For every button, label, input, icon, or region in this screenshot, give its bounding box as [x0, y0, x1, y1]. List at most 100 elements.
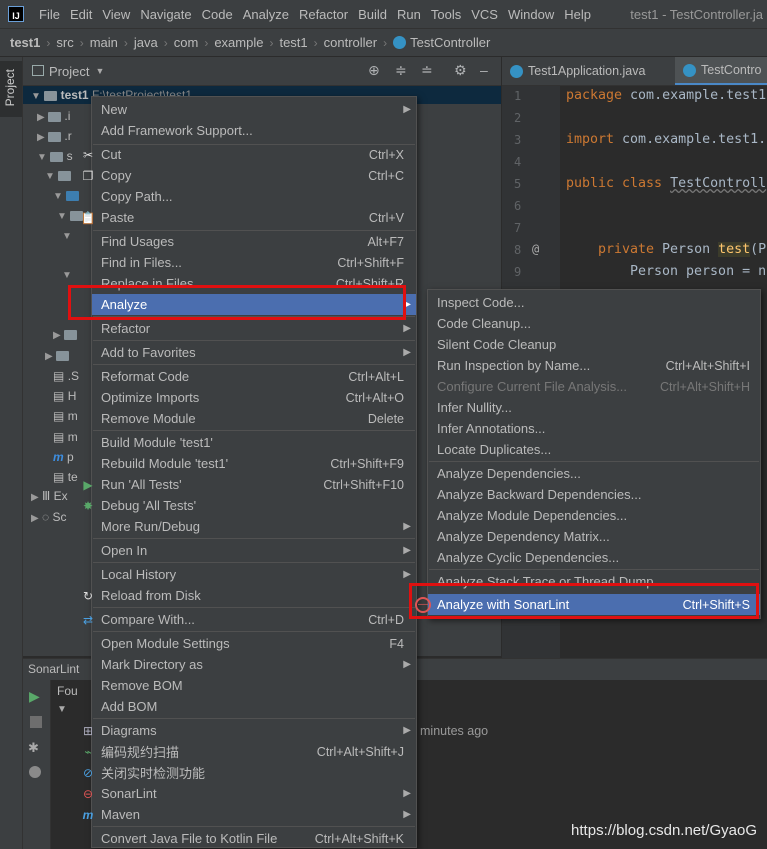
menu-item-convert-to-kotlin[interactable]: Convert Java File to Kotlin File Ctrl+Alt… [92, 828, 416, 849]
menu-item-optimize-imports[interactable]: Optimize Imports Ctrl+Alt+O [92, 387, 416, 408]
menu-item-reformat-code[interactable]: Reformat Code Ctrl+Alt+L [92, 366, 416, 387]
tree-item[interactable]: ▼ [53, 188, 80, 202]
menu-item-run-all-tests[interactable]: ▶ Run 'All Tests' Ctrl+Shift+F10 [83, 474, 416, 495]
tree-item[interactable]: ▶ Ⅲ Ex [31, 489, 68, 503]
tab-test1application[interactable]: Test1Application.java [502, 57, 674, 85]
stop-icon[interactable] [30, 716, 42, 728]
menu-item-refactor[interactable]: Refactor ▶ [92, 318, 416, 339]
menu-item-rebuild-module[interactable]: Rebuild Module 'test1' Ctrl+Shift+F9 [92, 453, 416, 474]
submenu-item-locate-duplicates[interactable]: Locate Duplicates... [428, 439, 760, 460]
breadcrumb-item[interactable]: main [90, 35, 118, 50]
submenu-item-analyze-backward-dependencies[interactable]: Analyze Backward Dependencies... [428, 484, 760, 505]
tree-item[interactable]: ▼ [62, 267, 72, 281]
tree-item[interactable]: ▤ m [53, 430, 78, 444]
breadcrumb-item[interactable]: controller [324, 35, 377, 50]
menu-item-maven[interactable]: m Maven ▶ [83, 804, 416, 825]
menu-item-compare-with[interactable]: ⇄ Compare With... Ctrl+D [83, 609, 416, 630]
menu-item-debug-all-tests[interactable]: ✸ Debug 'All Tests' [83, 495, 416, 516]
tree-item[interactable]: ▤ H [53, 389, 76, 403]
menu-item-local-history[interactable]: Local History ▶ [92, 564, 416, 585]
chevron-down-icon[interactable]: ▼ [57, 704, 67, 715]
menu-item-remove-module[interactable]: Remove Module Delete [92, 408, 416, 429]
breadcrumb-item[interactable]: java [134, 35, 158, 50]
menu-item-add-to-favorites[interactable]: Add to Favorites ▶ [92, 342, 416, 363]
menu-run[interactable]: Run [392, 7, 426, 22]
hide-icon[interactable]: – [480, 62, 488, 78]
clear-icon[interactable] [29, 766, 41, 778]
expand-all-icon[interactable]: ≑ [395, 62, 407, 79]
submenu-item-analyze-cyclic-dependencies[interactable]: Analyze Cyclic Dependencies... [428, 547, 760, 568]
tree-item[interactable]: ▶ [45, 348, 70, 362]
tree-item[interactable]: ▼ s [37, 149, 73, 163]
project-tool-tab[interactable]: Project [0, 61, 22, 117]
run-icon[interactable]: ▶ [29, 688, 40, 705]
breadcrumb-item[interactable]: test1 [10, 35, 40, 50]
project-panel-title[interactable]: Project [49, 64, 89, 79]
submenu-item-analyze-dependencies[interactable]: Analyze Dependencies... [428, 463, 760, 484]
gear-icon[interactable]: ⚙ [454, 62, 467, 79]
menu-refactor[interactable]: Refactor [294, 7, 353, 22]
menu-item-diagrams[interactable]: ⊞ Diagrams ▶ [83, 720, 416, 741]
override-marker-icon[interactable]: @ [532, 242, 539, 256]
menu-window[interactable]: Window [503, 7, 559, 22]
menu-item-more-run-debug[interactable]: More Run/Debug ▶ [92, 516, 416, 537]
menu-item-disable-realtime-check[interactable]: ⊘ 关闭实时检测功能 [83, 762, 416, 783]
menu-help[interactable]: Help [559, 7, 596, 22]
menu-navigate[interactable]: Navigate [135, 7, 196, 22]
menu-item-copy[interactable]: ❐ Copy Ctrl+C [83, 165, 416, 186]
menu-build[interactable]: Build [353, 7, 392, 22]
menu-vcs[interactable]: VCS [466, 7, 503, 22]
menu-view[interactable]: View [97, 7, 135, 22]
menu-code[interactable]: Code [197, 7, 238, 22]
menu-item-reload-from-disk[interactable]: ↻ Reload from Disk [83, 585, 416, 606]
menu-item-copy-path[interactable]: Copy Path... [92, 186, 416, 207]
menu-analyze[interactable]: Analyze [238, 7, 294, 22]
submenu-item-silent-code-cleanup[interactable]: Silent Code Cleanup [428, 334, 760, 355]
breadcrumb-item[interactable]: com [174, 35, 199, 50]
menu-item-paste[interactable]: 📋 Paste Ctrl+V [81, 207, 416, 228]
submenu-item-analyze-module-dependencies[interactable]: Analyze Module Dependencies... [428, 505, 760, 526]
menu-item-cut[interactable]: ✂ Cut Ctrl+X [83, 144, 416, 165]
tree-item[interactable]: ▤ .S [53, 369, 79, 383]
submenu-item-code-cleanup[interactable]: Code Cleanup... [428, 313, 760, 334]
breadcrumb-item[interactable]: example [214, 35, 263, 50]
breadcrumb-item[interactable]: TestController [410, 35, 490, 50]
settings-icon[interactable]: ✱ [28, 740, 39, 756]
sonarlint-panel-title[interactable]: SonarLint [28, 662, 79, 676]
submenu-item-infer-nullity[interactable]: Infer Nullity... [428, 397, 760, 418]
tree-item[interactable]: ▶ [53, 327, 78, 341]
tree-item[interactable]: m p [53, 450, 74, 464]
menu-item-build-module[interactable]: Build Module 'test1' [92, 432, 416, 453]
submenu-item-analyze-dependency-matrix[interactable]: Analyze Dependency Matrix... [428, 526, 760, 547]
menu-item-add-bom[interactable]: Add BOM [92, 696, 416, 717]
tree-item[interactable]: ▤ m [53, 409, 78, 423]
chevron-down-icon[interactable]: ▼ [95, 66, 104, 76]
menu-file[interactable]: File [34, 7, 65, 22]
tree-item[interactable]: ▼ [62, 228, 72, 242]
collapse-all-icon[interactable]: ≐ [421, 62, 433, 79]
menu-item-mark-directory-as[interactable]: Mark Directory as ▶ [92, 654, 416, 675]
tree-item[interactable]: ▶ .i [37, 109, 70, 123]
menu-item-find-in-files[interactable]: Find in Files... Ctrl+Shift+F [92, 252, 416, 273]
menu-item-new[interactable]: New ▶ [92, 99, 416, 120]
breadcrumb-item[interactable]: src [56, 35, 73, 50]
menu-item-open-module-settings[interactable]: Open Module Settings F4 [92, 633, 416, 654]
menu-edit[interactable]: Edit [65, 7, 97, 22]
menu-item-open-in[interactable]: Open In ▶ [92, 540, 416, 561]
tree-item[interactable]: ▶ ◌ Sc [31, 510, 67, 524]
menu-item-find-usages[interactable]: Find Usages Alt+F7 [92, 231, 416, 252]
menu-item-code-scan[interactable]: ⌁ 编码规约扫描 Ctrl+Alt+Shift+J [84, 741, 416, 762]
tree-item[interactable]: ▼ [45, 168, 72, 182]
breadcrumb-item[interactable]: test1 [279, 35, 307, 50]
tree-item[interactable]: ▼ [57, 208, 84, 222]
submenu-item-inspect-code[interactable]: Inspect Code... [428, 292, 760, 313]
locate-icon[interactable]: ⊕ [368, 62, 380, 79]
tree-item[interactable]: ▶ .r [37, 129, 72, 143]
menu-item-add-framework-support[interactable]: Add Framework Support... [92, 120, 416, 141]
submenu-item-infer-annotations[interactable]: Infer Annotations... [428, 418, 760, 439]
menu-item-sonarlint[interactable]: ⊖ SonarLint ▶ [83, 783, 416, 804]
menu-item-remove-bom[interactable]: Remove BOM [92, 675, 416, 696]
tree-item[interactable]: ▤ te [53, 470, 78, 484]
tab-testcontroller[interactable]: TestContro [675, 57, 767, 85]
submenu-item-run-inspection[interactable]: Run Inspection by Name... Ctrl+Alt+Shift+… [428, 355, 760, 376]
